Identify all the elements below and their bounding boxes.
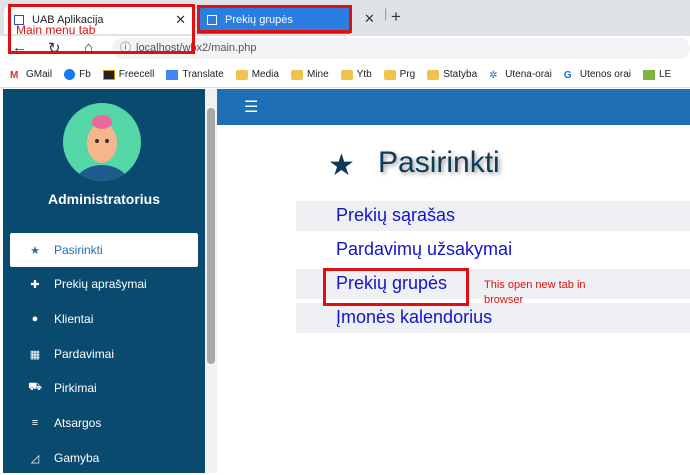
bookmark-fb[interactable]: Fb (64, 69, 91, 80)
list-item: Įmonės kalendorius (296, 303, 690, 333)
triangle-ruler-icon: ◿ (30, 452, 40, 465)
new-tab-button[interactable]: + (391, 7, 401, 27)
annotation-box-link (323, 268, 469, 306)
sidebar-item-prekiu-aprasymai[interactable]: ✚ Prekių aprašymai (10, 267, 198, 301)
bookmarks-bar: M GMail Fb Freecell Translate Media Mine … (0, 62, 690, 88)
bookmark-gmail[interactable]: M GMail (10, 69, 52, 81)
cart-icon: ⛟ (28, 381, 42, 393)
weather-icon: ✲ (489, 69, 498, 81)
page-title: Pasirinkti (378, 146, 500, 179)
sidebar-item-gamyba[interactable]: ◿ Gamyba (10, 441, 198, 475)
freecell-icon (102, 69, 115, 80)
avatar (63, 103, 141, 181)
sidebar-scrollbar-thumb[interactable] (207, 108, 215, 364)
sidebar-item-pardavimai[interactable]: ▦ Pardavimai (10, 337, 198, 371)
calculator-icon: ▦ (29, 348, 41, 361)
bookmark-le[interactable]: LE (642, 69, 671, 80)
sidebar-item-pirkimai[interactable]: ⛟ Pirkimai (10, 371, 198, 405)
bookmark-freecell[interactable]: Freecell (102, 69, 154, 80)
puzzle-icon: ✚ (30, 278, 40, 291)
sidebar-item-label: Klientai (54, 312, 94, 326)
folder-icon (427, 69, 440, 80)
top-navbar (217, 89, 690, 125)
folder-icon (235, 69, 248, 80)
list-item: Pardavimų užsakymai (296, 235, 690, 265)
star-icon: ★ (328, 149, 355, 182)
close-tab-icon[interactable]: ✕ (364, 11, 375, 27)
bookmark-translate[interactable]: Translate (166, 69, 224, 80)
bookmark-mine[interactable]: Mine (290, 69, 329, 80)
gmail-icon: M (10, 69, 19, 81)
list-item: Prekių sąrašas (296, 201, 690, 231)
sidebar-item-atsargos[interactable]: ≡ Atsargos (10, 406, 198, 440)
sidebar-item-label: Gamyba (54, 451, 100, 465)
sidebar-item-klientai[interactable]: ● Klientai (10, 302, 198, 336)
sidebar-item-label: Pardavimai (54, 347, 115, 361)
sidebar-item-label: Prekių aprašymai (54, 277, 147, 291)
sidebar-item-pasirinkti[interactable]: ★ Pasirinkti (10, 233, 198, 267)
le-icon (642, 69, 655, 80)
sidebar-item-label: Pirkimai (54, 381, 97, 395)
user-circle-icon: ● (31, 313, 39, 325)
link-pardavimu-uzsakymai[interactable]: Pardavimų užsakymai (336, 239, 512, 260)
link-imones-kalendorius[interactable]: Įmonės kalendorius (336, 307, 492, 328)
google-icon: G (563, 69, 572, 81)
folder-icon (290, 69, 303, 80)
annotation-note-line1: This open new tab in (484, 279, 586, 291)
bookmark-ytb[interactable]: Ytb (340, 69, 372, 80)
annotation-note-line2: browser (484, 294, 524, 306)
url-field[interactable]: ⓘ localhost/wbx2/main.php (112, 38, 690, 59)
bookmark-statyba[interactable]: Statyba (427, 69, 477, 80)
sidebar-item-label: Atsargos (54, 416, 102, 430)
hamburger-menu-icon[interactable]: ☰ (244, 97, 258, 117)
bookmark-media[interactable]: Media (235, 69, 279, 80)
folder-icon (340, 69, 353, 80)
sidebar: Administratorius ★ Pasirinkti ✚ Prekių a… (3, 89, 217, 473)
bookmark-utenos-orai[interactable]: G Utenos orai (563, 69, 631, 81)
tab-divider: | (384, 6, 388, 21)
annotation-main-menu-tab: Main menu tab (16, 23, 96, 37)
sidebar-item-label: Pasirinkti (54, 243, 103, 257)
list-icon: ≡ (31, 417, 39, 429)
bookmark-prg[interactable]: Prg (383, 69, 415, 80)
annotation-box-new-tab (197, 5, 352, 33)
facebook-icon (64, 69, 76, 80)
star-icon: ★ (30, 244, 40, 257)
link-prekiu-sarasas[interactable]: Prekių sąrašas (336, 205, 455, 226)
user-name: Administratorius (47, 191, 160, 207)
bookmark-utena-orai[interactable]: ✲ Utena-orai (489, 69, 552, 81)
translate-icon (166, 69, 179, 80)
folder-icon (383, 69, 396, 80)
